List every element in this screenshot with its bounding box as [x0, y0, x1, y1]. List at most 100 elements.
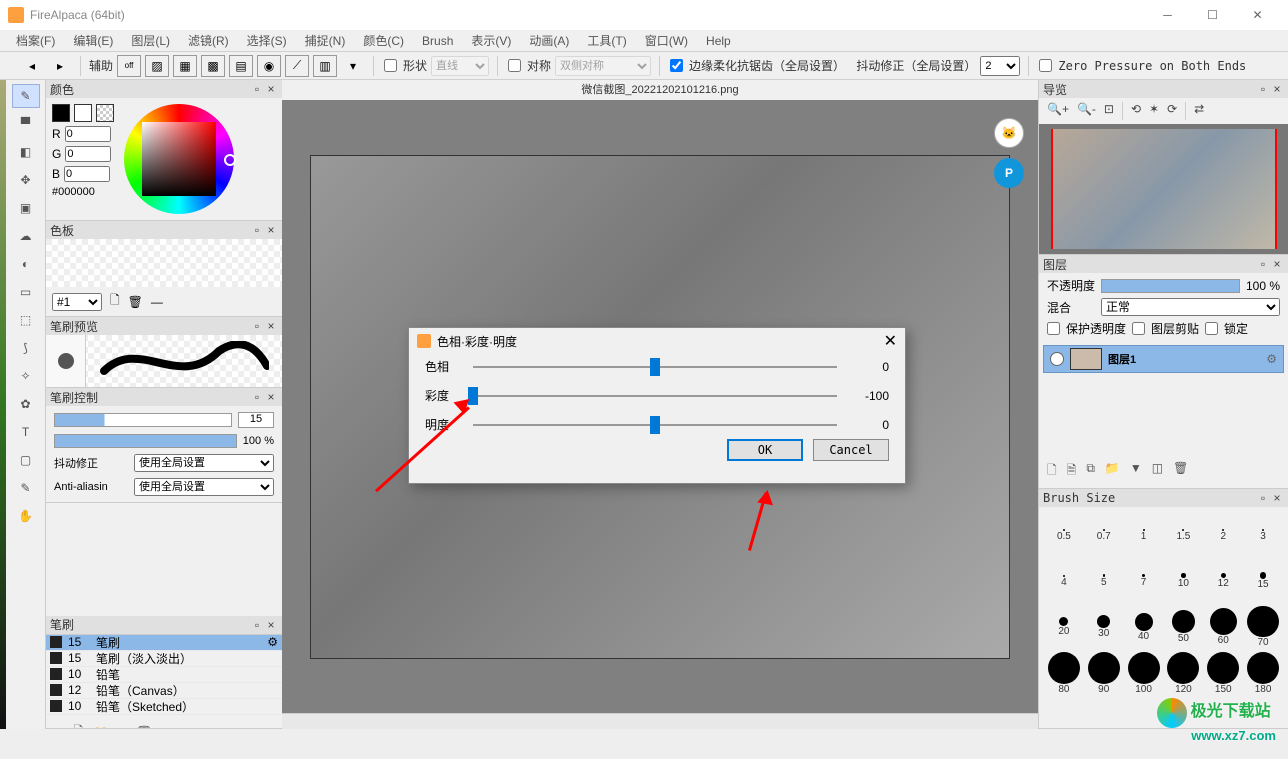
brush-size-slider[interactable]	[54, 413, 232, 427]
snap-parallel-icon[interactable]: ▨	[145, 55, 169, 77]
zoom-out-icon[interactable]: 🔍-	[1077, 102, 1096, 120]
shape-select[interactable]: 直线	[431, 56, 489, 76]
menu-layer[interactable]: 图层(L)	[123, 30, 178, 51]
bucket-tool-icon[interactable]: ▣	[12, 196, 40, 220]
hue-slider[interactable]	[473, 366, 837, 368]
shake-input[interactable]: 2	[980, 56, 1020, 76]
brush-item[interactable]: 10铅笔	[46, 667, 282, 683]
brush-aa-select[interactable]: 使用全局设置	[134, 478, 274, 496]
b-input[interactable]	[64, 166, 110, 182]
brush-size-cell[interactable]: 5	[1085, 559, 1123, 603]
layer-merge-icon[interactable]: ▼	[1130, 461, 1142, 482]
menu-select[interactable]: 选择(S)	[239, 30, 295, 51]
brush-opacity-slider[interactable]	[54, 434, 237, 448]
layer-lock-checkbox[interactable]	[1205, 322, 1218, 335]
r-input[interactable]	[65, 126, 111, 142]
palette-new-icon[interactable]: 🗋	[110, 291, 120, 312]
shape-checkbox[interactable]	[384, 59, 397, 72]
brush-size-cell[interactable]: 1	[1125, 513, 1163, 557]
layer-folder-icon[interactable]: 📁	[1105, 461, 1120, 482]
text-tool-icon[interactable]: T	[12, 420, 40, 444]
menu-file[interactable]: 档案(F)	[8, 30, 63, 51]
brush-size-cell[interactable]: 70	[1244, 605, 1282, 649]
snap-vanish-icon[interactable]: ▤	[229, 55, 253, 77]
brush-size-cell[interactable]: 0.5	[1045, 513, 1083, 557]
blend-select[interactable]: 正常	[1101, 298, 1280, 316]
brush-size-cell[interactable]: 50	[1164, 605, 1202, 649]
brush-item[interactable]: 15笔刷⚙	[46, 635, 282, 651]
nav-prev-icon[interactable]: ◂	[20, 55, 44, 77]
brush-tool-icon[interactable]: ✎	[12, 84, 40, 108]
layer-visibility-icon[interactable]	[1050, 352, 1064, 366]
menu-snap[interactable]: 捕捉(N)	[297, 30, 354, 51]
snap-cross-icon[interactable]: ▩	[201, 55, 225, 77]
brush-size-cell[interactable]: 1.5	[1164, 513, 1202, 557]
background-color-swatch[interactable]	[74, 104, 92, 122]
rotate-reset-icon[interactable]: ✶	[1149, 102, 1159, 120]
layer-item[interactable]: 图层1 ⚙	[1043, 345, 1284, 373]
brush-size-cell[interactable]: 20	[1045, 605, 1083, 649]
minimize-button[interactable]: ─	[1145, 0, 1190, 30]
brush-size-cell[interactable]: 80	[1045, 651, 1083, 695]
palette-area[interactable]	[46, 239, 282, 287]
avatar-badge-icon[interactable]: 🐱	[994, 118, 1024, 148]
layer-new-icon[interactable]: 🗋	[1047, 461, 1057, 482]
brush-item[interactable]: 15笔刷（淡入淡出）	[46, 651, 282, 667]
hand-tool-icon[interactable]: ✋	[12, 504, 40, 528]
gradient-tool-icon[interactable]: ◐	[12, 252, 40, 276]
snap-curve-icon[interactable]: ⟋	[285, 55, 309, 77]
close-button[interactable]: ✕	[1235, 0, 1280, 30]
stamp-tool-icon[interactable]: ▝▘	[12, 112, 40, 136]
shape-tool-icon[interactable]: ▢	[12, 448, 40, 472]
brush-size-cell[interactable]: 60	[1204, 605, 1242, 649]
brush-item[interactable]: 12铅笔（Canvas）	[46, 683, 282, 699]
menu-color[interactable]: 颜色(C)	[355, 30, 412, 51]
val-slider[interactable]	[473, 424, 837, 426]
brush-item[interactable]: 10铅笔（Sketched）	[46, 699, 282, 715]
brush-size-cell[interactable]: 4	[1045, 559, 1083, 603]
brush-size-cell[interactable]: 180	[1244, 651, 1282, 695]
sat-slider[interactable]	[473, 395, 837, 397]
menu-window[interactable]: 窗口(W)	[637, 30, 696, 51]
brush-size-cell[interactable]: 30	[1085, 605, 1123, 649]
brush-size-cell[interactable]: 90	[1085, 651, 1123, 695]
transparent-swatch[interactable]	[96, 104, 114, 122]
snap-settings-icon[interactable]: ▾	[341, 55, 365, 77]
lasso-tool-icon[interactable]: ⟆	[12, 336, 40, 360]
layer-new2-icon[interactable]: 🗎	[1067, 461, 1077, 482]
brush-size-cell[interactable]: 120	[1164, 651, 1202, 695]
g-input[interactable]	[65, 146, 111, 162]
ok-button[interactable]: OK	[727, 439, 803, 461]
layer-mask-icon[interactable]: ◫	[1152, 461, 1163, 482]
menu-brush[interactable]: Brush	[414, 32, 461, 50]
document-tab[interactable]: 微信截图_20221202101216.png	[282, 80, 1038, 100]
protect-alpha-checkbox[interactable]	[1047, 322, 1060, 335]
pixiv-badge-icon[interactable]: P	[994, 158, 1024, 188]
opacity-slider[interactable]	[1101, 279, 1240, 293]
brush-shake-select[interactable]: 使用全局设置	[134, 454, 274, 472]
maximize-button[interactable]: ☐	[1190, 0, 1235, 30]
brush-size-cell[interactable]: 0.7	[1085, 513, 1123, 557]
brush-size-cell[interactable]: 7	[1125, 559, 1163, 603]
move-tool-icon[interactable]: ✥	[12, 168, 40, 192]
palette-delete-icon[interactable]: 🗑	[128, 295, 143, 309]
eyedrop-tool-icon[interactable]: ✎	[12, 476, 40, 500]
menu-edit[interactable]: 编辑(E)	[65, 30, 121, 51]
brush-new-icon[interactable]: 🗋	[73, 722, 83, 730]
edge-checkbox[interactable]	[670, 59, 683, 72]
select-marquee-icon[interactable]: ⬚	[12, 308, 40, 332]
menu-help[interactable]: Help	[698, 32, 739, 50]
wand-tool-icon[interactable]: ✧	[12, 364, 40, 388]
menu-anim[interactable]: 动画(A)	[521, 30, 577, 51]
brush-size-cell[interactable]: 3	[1244, 513, 1282, 557]
rotate-cw-icon[interactable]: ⟳	[1167, 102, 1177, 120]
menu-view[interactable]: 表示(V)	[463, 30, 519, 51]
select-rect-icon[interactable]: ▭	[12, 280, 40, 304]
zoom-in-icon[interactable]: 🔍+	[1047, 102, 1069, 120]
layer-delete-icon[interactable]: 🗑	[1173, 461, 1188, 482]
blur-tool-icon[interactable]: ☁	[12, 224, 40, 248]
zoom-fit-icon[interactable]: ⊡	[1104, 102, 1114, 120]
layer-gear-icon[interactable]: ⚙	[1266, 352, 1277, 366]
panel-close-icon[interactable]: ×	[264, 82, 278, 96]
layer-dup-icon[interactable]: ⧉	[1086, 461, 1095, 482]
